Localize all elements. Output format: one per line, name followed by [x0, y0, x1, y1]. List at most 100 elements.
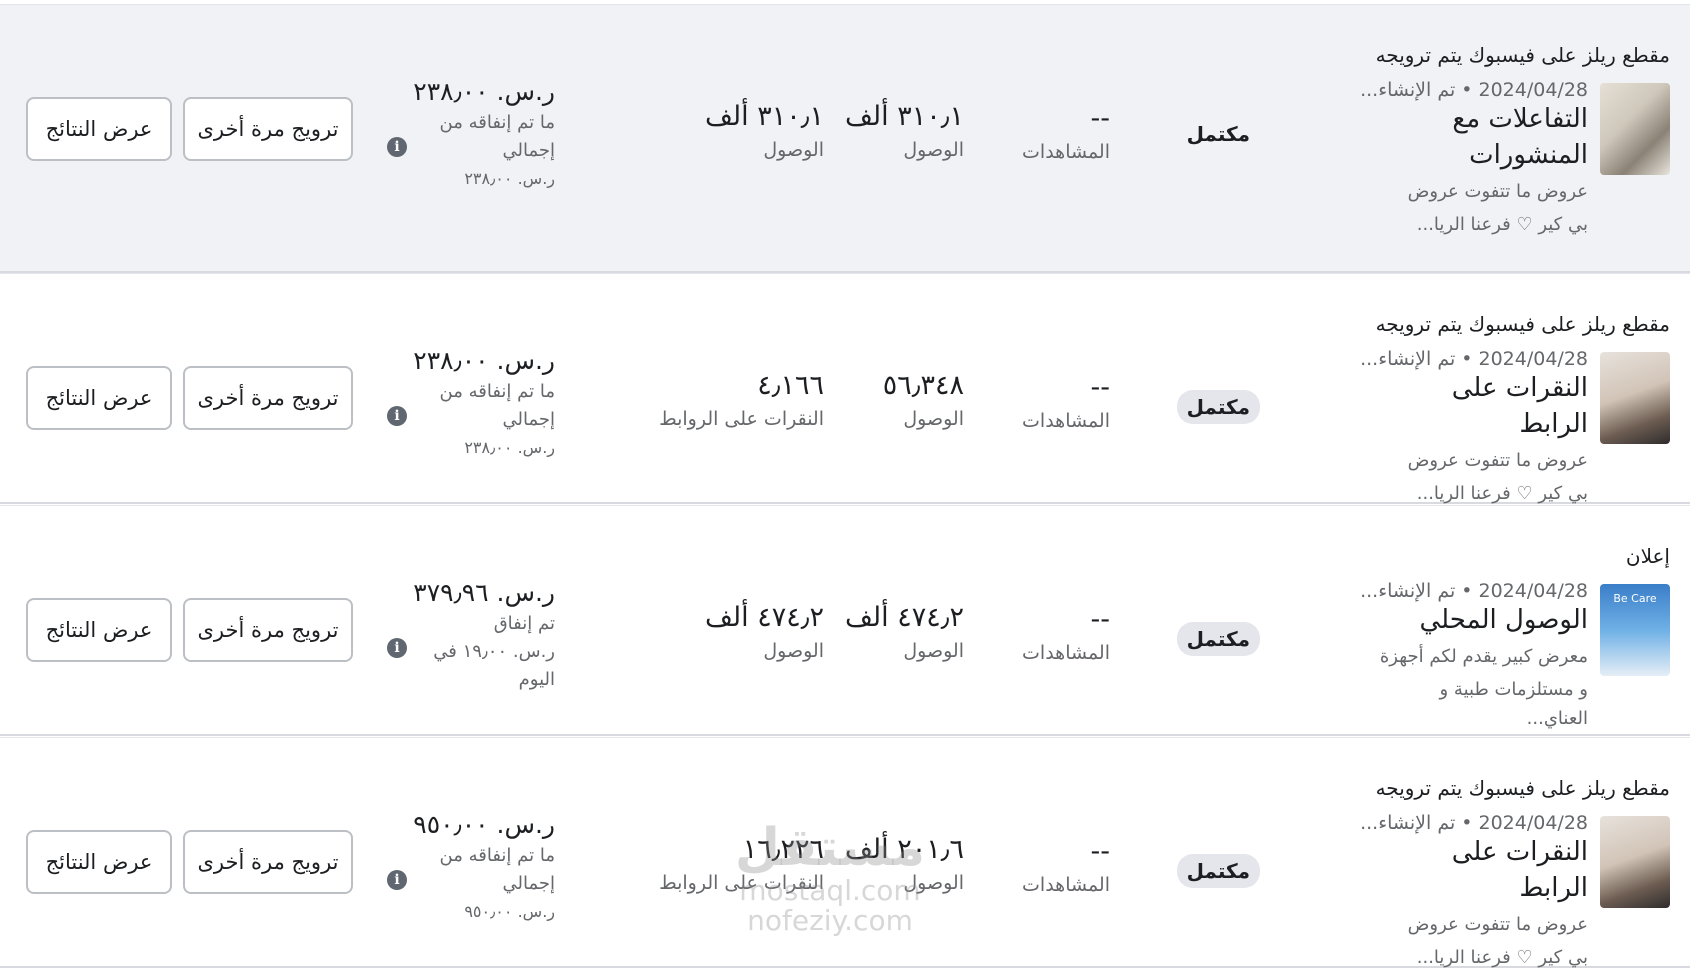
- view-results-button[interactable]: عرض النتائج: [26, 97, 172, 161]
- amount-spent: ر.س. ٣٧٩٫٩٦ تم إنفاق ر.س. ١٩٫٠٠ في اليوم: [405, 576, 555, 694]
- reach-metric: ٤٧٤٫٢ ألف الوصول: [845, 600, 964, 662]
- post-summary: 2024/04/28•تم الإنشاء... النقرات على الر…: [1360, 806, 1670, 972]
- boost-again-button[interactable]: ترويج مرة أخرى: [183, 598, 353, 662]
- spend-caption-2: إجمالي: [502, 140, 555, 161]
- post-text: 2024/04/28•تم الإنشاء... النقرات على الر…: [1360, 806, 1588, 972]
- result-metric: ١٦٫٢٢٦ النقرات على الروابط: [659, 832, 824, 894]
- post-summary: 2024/04/28•تم الإنشاء... التفاعلات مع ال…: [1360, 73, 1670, 239]
- spend-amount: ر.س. ٣٧٩٫٩٦: [413, 578, 555, 607]
- result-value: ١٦٫٢٢٦: [742, 834, 824, 865]
- post-info: مقطع ريلز على فيسبوك يتم ترويجه 2024/04/…: [1360, 774, 1670, 972]
- reach-metric: ٥٦٫٣٤٨ الوصول: [883, 368, 964, 430]
- reach-label: الوصول: [903, 872, 964, 894]
- ad-type-label: مقطع ريلز على فيسبوك يتم ترويجه: [1375, 776, 1670, 800]
- reach-value: ٥٦٫٣٤٨: [882, 370, 964, 401]
- dot-separator: •: [1461, 812, 1473, 834]
- reach-label: الوصول: [903, 640, 964, 662]
- created-label: تم الإنشاء...: [1360, 79, 1456, 101]
- post-summary: 2024/04/28•تم الإنشاء... النقرات على الر…: [1360, 342, 1670, 508]
- poster-thumbnail-text: Be Care: [1613, 592, 1657, 605]
- reach-label: الوصول: [903, 408, 964, 430]
- boost-again-button[interactable]: ترويج مرة أخرى: [183, 97, 353, 161]
- campaign-goal[interactable]: الوصول المحلي: [1378, 602, 1588, 638]
- dot-separator: •: [1461, 580, 1473, 602]
- view-results-button[interactable]: عرض النتائج: [26, 366, 172, 430]
- created-label: تم الإنشاء...: [1360, 348, 1456, 370]
- post-text: 2024/04/28•تم الإنشاء... الوصول المحلي م…: [1360, 574, 1588, 733]
- campaign-goal[interactable]: النقرات على الرابط: [1378, 834, 1588, 906]
- result-label: النقرات على الروابط: [659, 408, 824, 430]
- boost-again-button[interactable]: ترويج مرة أخرى: [183, 830, 353, 894]
- result-label: النقرات على الروابط: [659, 872, 824, 894]
- result-label: الوصول: [763, 640, 824, 662]
- boosted-posts-list: مقطع ريلز على فيسبوك يتم ترويجه 2024/04/…: [0, 0, 1690, 970]
- views-value: --: [1090, 372, 1111, 403]
- view-results-button[interactable]: عرض النتائج: [26, 598, 172, 662]
- post-description-line1: عروض ما تتفوت عروض: [1407, 914, 1588, 935]
- views-metric: -- المشاهدات: [1022, 101, 1110, 163]
- spend-total: ر.س. ٢٣٨٫٠٠: [464, 438, 555, 457]
- post-text: 2024/04/28•تم الإنشاء... النقرات على الر…: [1360, 342, 1588, 508]
- views-metric: -- المشاهدات: [1022, 834, 1110, 896]
- post-description-line1: عروض ما تتفوت عروض: [1407, 181, 1588, 202]
- views-value: --: [1090, 836, 1111, 867]
- created-label: تم الإنشاء...: [1360, 812, 1456, 834]
- post-info: مقطع ريلز على فيسبوك يتم ترويجه 2024/04/…: [1360, 310, 1670, 508]
- info-icon[interactable]: i: [387, 638, 407, 658]
- reach-value: ٤٧٤٫٢ ألف: [844, 602, 964, 633]
- reach-value: ٣١٠٫١ ألف: [844, 101, 964, 132]
- boost-again-button[interactable]: ترويج مرة أخرى: [183, 366, 353, 430]
- ad-type-label: إعلان: [1625, 544, 1670, 568]
- post-summary: Be Care 2024/04/28•تم الإنشاء... الوصول …: [1360, 574, 1670, 733]
- table-row[interactable]: مقطع ريلز على فيسبوك يتم ترويجه 2024/04/…: [0, 4, 1690, 273]
- reach-metric: ٢٠١٫٦ ألف الوصول: [845, 832, 964, 894]
- result-label: الوصول: [763, 139, 824, 161]
- dot-separator: •: [1461, 348, 1473, 370]
- person-photo-thumbnail[interactable]: [1600, 352, 1670, 444]
- views-value: --: [1090, 604, 1111, 635]
- post-info: مقطع ريلز على فيسبوك يتم ترويجه 2024/04/…: [1360, 41, 1670, 239]
- dot-separator: •: [1461, 79, 1473, 101]
- shelves-photo-thumbnail[interactable]: [1600, 83, 1670, 175]
- table-row[interactable]: مقطع ريلز على فيسبوك يتم ترويجه 2024/04/…: [0, 737, 1690, 968]
- views-metric: -- المشاهدات: [1022, 602, 1110, 664]
- result-metric: ٤٫١٦٦ النقرات على الروابط: [659, 368, 824, 430]
- created-label: تم الإنشاء...: [1360, 580, 1456, 602]
- status-badge: مكتمل: [1176, 854, 1260, 888]
- result-metric: ٤٧٤٫٢ ألف الوصول: [705, 600, 824, 662]
- view-results-button[interactable]: عرض النتائج: [26, 830, 172, 894]
- result-value: ٣١٠٫١ ألف: [704, 101, 824, 132]
- views-label: المشاهدات: [1022, 642, 1110, 664]
- views-label: المشاهدات: [1022, 141, 1110, 163]
- post-description-line1: عروض ما تتفوت عروض: [1407, 450, 1588, 471]
- post-description-line1: معرض كبير يقدم لكم أجهزة: [1379, 646, 1588, 667]
- status-badge: مكتمل: [1176, 390, 1260, 424]
- table-row[interactable]: إعلان Be Care 2024/04/28•تم الإنشاء... ا…: [0, 505, 1690, 736]
- person-photo-thumbnail[interactable]: [1600, 816, 1670, 908]
- post-date: 2024/04/28: [1478, 348, 1588, 370]
- post-text: 2024/04/28•تم الإنشاء... التفاعلات مع ال…: [1360, 73, 1588, 239]
- status-badge: مكتمل: [1176, 622, 1260, 656]
- campaign-goal[interactable]: التفاعلات مع المنشورات: [1378, 101, 1588, 173]
- poster-thumbnail[interactable]: Be Care: [1600, 584, 1670, 676]
- spend-total: ر.س. ٩٥٠٫٠٠: [464, 902, 555, 921]
- info-icon[interactable]: i: [387, 870, 407, 890]
- spend-amount: ر.س. ٢٣٨٫٠٠: [413, 346, 555, 375]
- ad-type-label: مقطع ريلز على فيسبوك يتم ترويجه: [1375, 43, 1670, 67]
- views-label: المشاهدات: [1022, 874, 1110, 896]
- ad-type-label: مقطع ريلز على فيسبوك يتم ترويجه: [1375, 312, 1670, 336]
- spend-amount: ر.س. ٩٥٠٫٠٠: [413, 810, 555, 839]
- table-row[interactable]: مقطع ريلز على فيسبوك يتم ترويجه 2024/04/…: [0, 273, 1690, 504]
- campaign-goal[interactable]: النقرات على الرابط: [1378, 370, 1588, 442]
- post-description-line2: و مستلزمات طبية و العناي...: [1439, 679, 1588, 729]
- result-value: ٤٫١٦٦: [757, 370, 824, 401]
- views-metric: -- المشاهدات: [1022, 370, 1110, 432]
- info-icon[interactable]: i: [387, 137, 407, 157]
- reach-label: الوصول: [903, 139, 964, 161]
- reach-metric: ٣١٠٫١ ألف الوصول: [845, 99, 964, 161]
- post-meta: 2024/04/28•تم الإنشاء...: [1360, 348, 1588, 370]
- reach-value: ٢٠١٫٦ ألف: [844, 834, 964, 865]
- info-icon[interactable]: i: [387, 406, 407, 426]
- result-metric: ٣١٠٫١ ألف الوصول: [705, 99, 824, 161]
- post-date: 2024/04/28: [1478, 812, 1588, 834]
